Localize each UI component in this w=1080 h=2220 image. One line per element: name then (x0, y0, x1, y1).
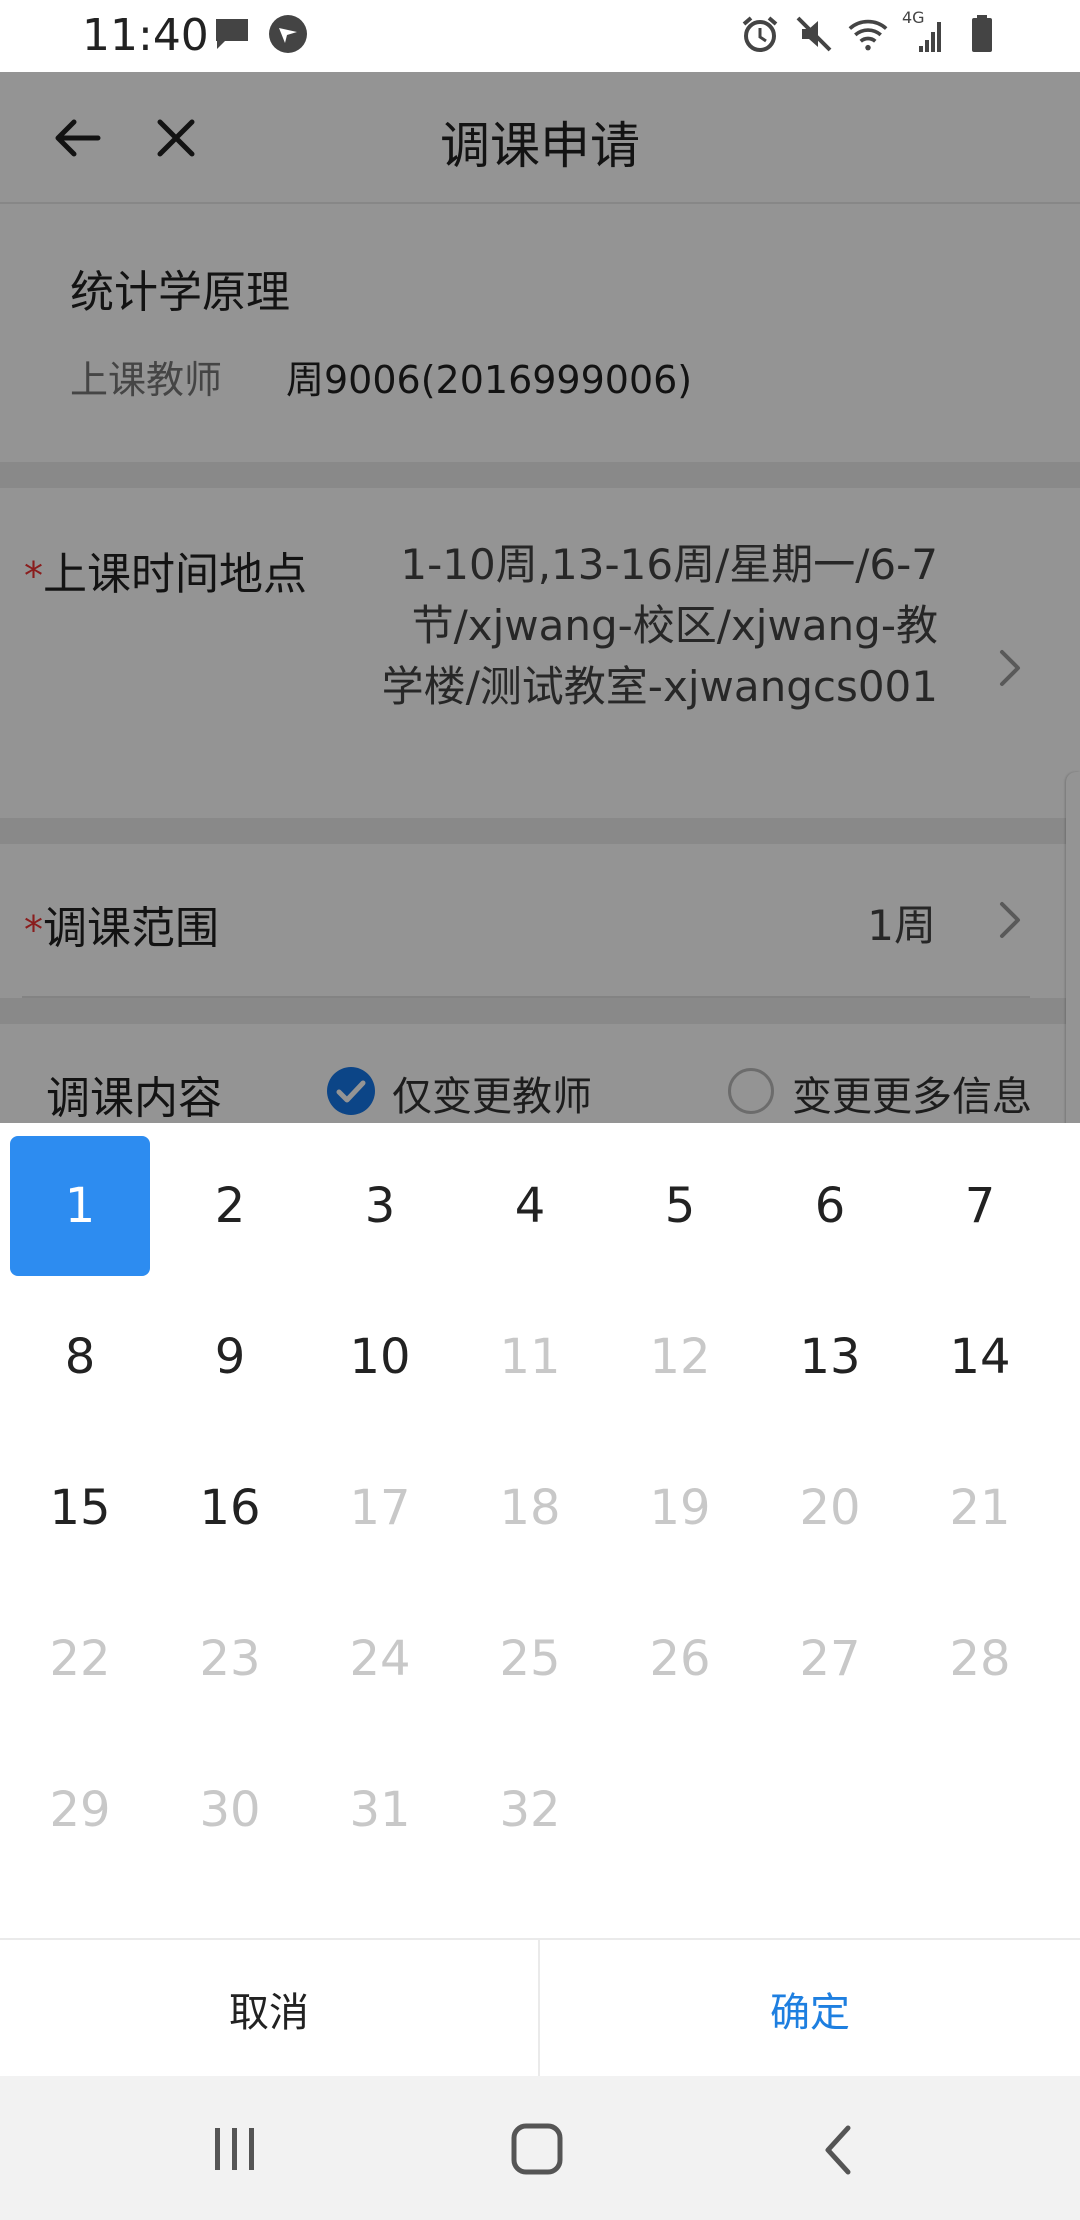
battery-icon (962, 14, 1002, 54)
week-option-20: 20 (799, 1480, 861, 1536)
week-option-19: 19 (649, 1480, 711, 1536)
signal-4g-icon: 4G (902, 8, 948, 54)
week-option-7[interactable]: 7 (910, 1136, 1050, 1276)
week-option-23: 23 (199, 1631, 261, 1687)
status-bar: 11:40 4G (0, 0, 1080, 72)
week-option-30: 30 (199, 1782, 261, 1838)
week-option-1[interactable]: 1 (10, 1136, 150, 1276)
week-grid: 1 2 3 4 5 6 7 8 9 10 11 12 13 14 15 16 17 18 19 20 21 22 23 24 2… (0, 1123, 1080, 1938)
week-option-25: 25 (499, 1631, 561, 1687)
week-option-2[interactable]: 2 (160, 1136, 300, 1276)
back-icon[interactable] (818, 2120, 858, 2180)
status-time: 11:40 (82, 10, 209, 61)
week-option-31: 31 (349, 1782, 411, 1838)
week-option-12: 12 (649, 1329, 711, 1385)
home-icon[interactable] (510, 2122, 564, 2176)
app-notification-icon (268, 14, 308, 54)
week-option-27: 27 (799, 1631, 861, 1687)
week-option-6[interactable]: 6 (760, 1136, 900, 1276)
week-option-18: 18 (499, 1480, 561, 1536)
week-option-29: 29 (49, 1782, 111, 1838)
week-option-5[interactable]: 5 (610, 1136, 750, 1276)
week-option-3[interactable]: 3 (310, 1136, 450, 1276)
week-option-11: 11 (499, 1329, 561, 1385)
week-picker-sheet: 1 2 3 4 5 6 7 8 9 10 11 12 13 14 15 16 17 18 19 20 21 22 23 24 2… (0, 1123, 1080, 2078)
network-label: 4G (902, 8, 925, 27)
week-option-15[interactable]: 15 (10, 1438, 150, 1578)
week-option-8[interactable]: 8 (10, 1287, 150, 1427)
week-option-10[interactable]: 10 (310, 1287, 450, 1427)
week-option-28: 28 (949, 1631, 1011, 1687)
cancel-button[interactable]: 取消 (0, 1940, 540, 2078)
wifi-icon (848, 14, 888, 54)
week-option-22: 22 (49, 1631, 111, 1687)
week-option-4[interactable]: 4 (460, 1136, 600, 1276)
message-icon (212, 14, 252, 54)
week-option-14[interactable]: 14 (910, 1287, 1050, 1427)
week-option-16[interactable]: 16 (160, 1438, 300, 1578)
week-option-26: 26 (649, 1631, 711, 1687)
mute-icon (794, 14, 834, 54)
modal-overlay[interactable] (0, 72, 1080, 1123)
week-option-13[interactable]: 13 (760, 1287, 900, 1427)
week-option-21: 21 (949, 1480, 1011, 1536)
confirm-button[interactable]: 确定 (540, 1940, 1080, 2078)
week-option-9[interactable]: 9 (160, 1287, 300, 1427)
week-option-24: 24 (349, 1631, 411, 1687)
week-option-17: 17 (349, 1480, 411, 1536)
system-nav-bar (0, 2076, 1080, 2220)
alarm-icon (740, 14, 780, 54)
recent-apps-icon[interactable] (210, 2124, 260, 2174)
week-option-32: 32 (499, 1782, 561, 1838)
sheet-actions: 取消 确定 (0, 1938, 1080, 2078)
